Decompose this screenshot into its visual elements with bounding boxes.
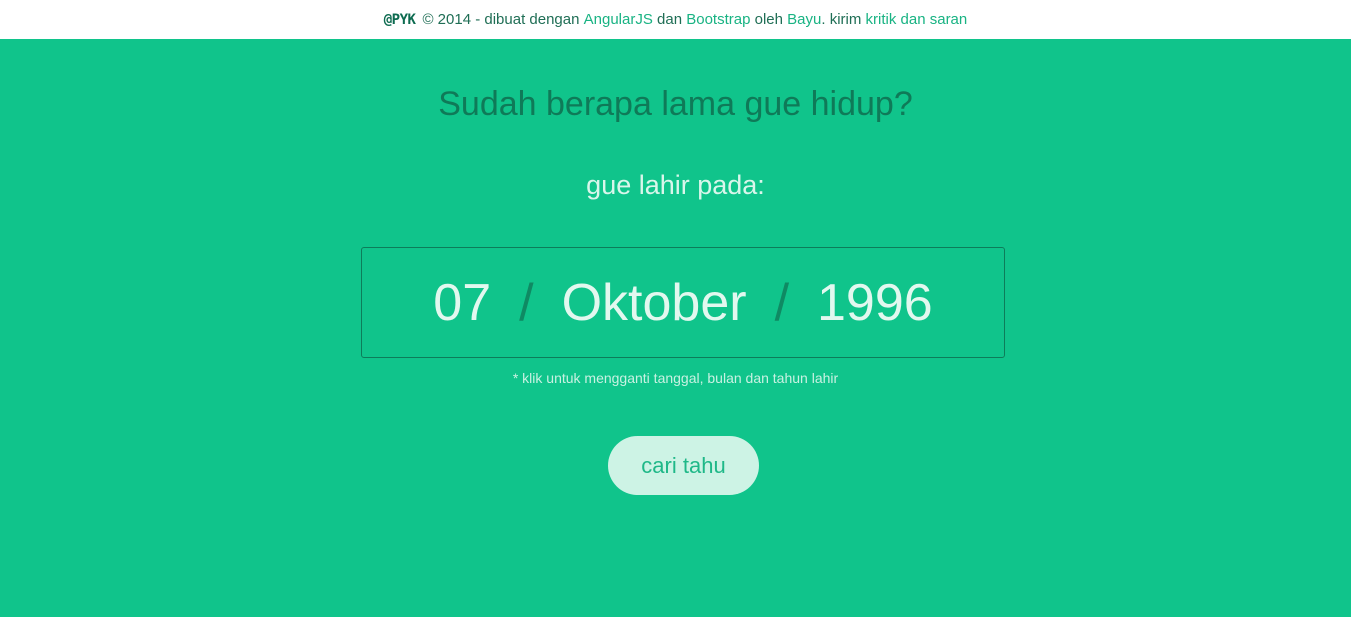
date-separator: / [774,273,790,332]
hint-text: * klik untuk mengganti tanggal, bulan da… [512,370,839,386]
by-text: oleh [754,11,783,28]
page-title: Sudah berapa lama gue hidup? [438,85,913,123]
day-value[interactable]: 07 [433,273,491,333]
birthdate-picker[interactable]: 07 / Oktober / 1996 [361,247,1005,358]
author-link[interactable]: Bayu [787,11,821,28]
year-value[interactable]: 1996 [817,273,933,333]
month-value[interactable]: Oktober [562,273,747,333]
credits-bar: @PYK © 2014 - dibuat dengan AngularJS da… [0,0,1351,39]
birthdate-label: gue lahir pada: [586,170,765,200]
and-text: dan [657,11,683,28]
date-separator: / [519,273,534,332]
bootstrap-link[interactable]: Bootstrap [686,11,750,28]
copyright-text: © 2014 - dibuat dengan [422,11,580,28]
send-text: . kirim [821,11,862,28]
feedback-link[interactable]: kritik dan saran [866,11,968,28]
angularjs-link[interactable]: AngularJS [584,11,653,28]
pyk-logo[interactable]: @PYK [384,12,416,27]
main-panel: Sudah berapa lama gue hidup? gue lahir p… [0,39,1351,617]
find-out-button[interactable]: cari tahu [608,436,759,495]
